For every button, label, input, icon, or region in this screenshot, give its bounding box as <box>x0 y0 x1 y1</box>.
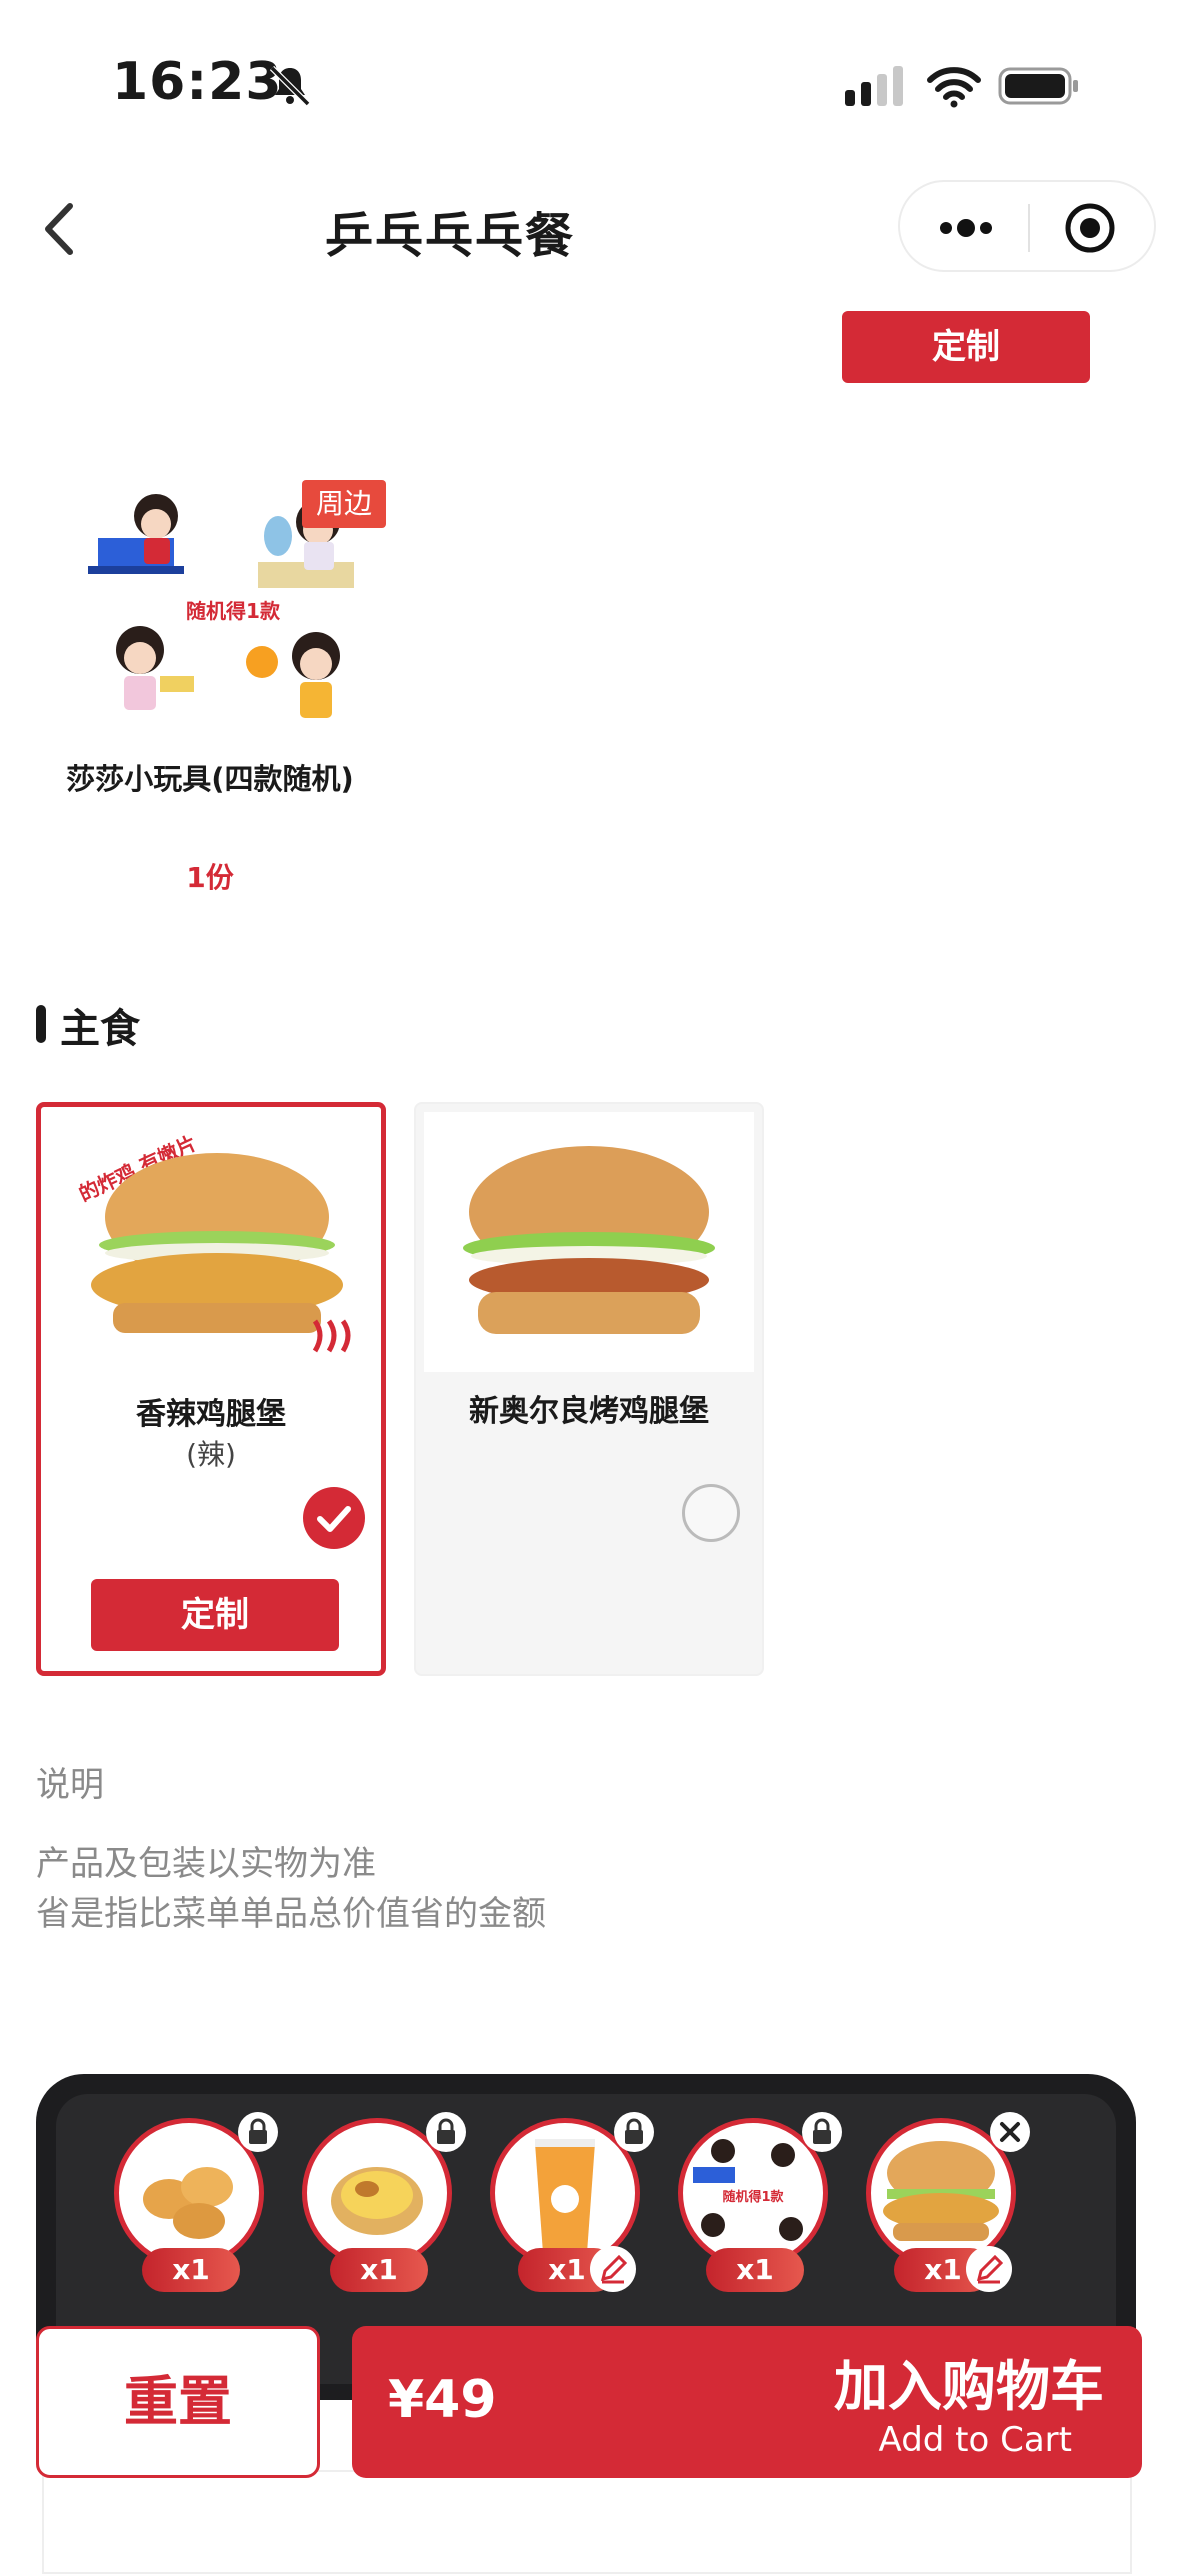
tray-item-nuggets[interactable]: x1 <box>114 2112 278 2298</box>
tray-item-drink[interactable]: x1 <box>490 2112 654 2298</box>
back-arrow-icon[interactable] <box>36 196 86 262</box>
wifi-icon <box>927 67 981 108</box>
unselected-radio-icon[interactable] <box>682 1484 740 1542</box>
option-subtitle: (辣) <box>186 1438 236 1471</box>
tray-item-egg-tart[interactable]: x1 <box>302 2112 466 2298</box>
miniprogram-capsule <box>898 180 1156 272</box>
tray-item-burger[interactable]: x1 <box>866 2112 1030 2298</box>
selected-check-icon[interactable] <box>303 1487 365 1549</box>
silent-bell-icon <box>269 65 311 107</box>
reset-button[interactable]: 重置 <box>36 2326 320 2478</box>
orleans-burger-image <box>424 1112 754 1372</box>
toy-badge: 周边 <box>302 480 386 528</box>
lock-icon <box>238 2112 278 2152</box>
tray-item-qty: x1 <box>142 2248 240 2292</box>
remove-item-close-icon[interactable] <box>990 2112 1030 2152</box>
battery-icon <box>998 67 1078 105</box>
notes-line: 产品及包装以实物为准 <box>36 1844 376 1884</box>
section-marker <box>36 1005 46 1043</box>
lock-icon <box>614 2112 654 2152</box>
more-icon[interactable] <box>934 210 998 246</box>
cellular-signal-icon <box>845 66 903 106</box>
capsule-divider <box>1028 204 1030 252</box>
tray-toy-caption: 随机得1款 <box>722 2189 784 2205</box>
page-title: 乒乓乓乓餐 <box>324 208 575 264</box>
add-to-cart-label-en: Add to Cart <box>878 2420 1072 2460</box>
lock-icon <box>426 2112 466 2152</box>
option-name: 新奥尔良烤鸡腿堡 <box>469 1394 709 1429</box>
edit-icon[interactable] <box>590 2246 636 2292</box>
tray-item-qty: x1 <box>706 2248 804 2292</box>
customize-button-top[interactable]: 定制 <box>842 311 1090 383</box>
bottom-panel <box>42 2470 1132 2574</box>
tray-item-toy[interactable]: 随机得1款 x1 <box>678 2112 842 2298</box>
toy-name: 莎莎小玩具(四款随机) <box>66 762 354 796</box>
option-card-spicy-burger[interactable]: 的炸鸡 有嫩片 香辣鸡腿堡 (辣) 定制 <box>36 1102 386 1676</box>
toy-image-caption: 随机得1款 <box>186 599 281 623</box>
add-to-cart-button[interactable]: ¥49 加入购物车 Add to Cart <box>352 2326 1142 2478</box>
spicy-burger-image: 的炸鸡 有嫩片 <box>75 1131 351 1353</box>
section-title: 主食 <box>60 1006 140 1052</box>
option-name: 香辣鸡腿堡 <box>136 1397 286 1432</box>
lock-icon <box>802 2112 842 2152</box>
add-to-cart-label-cn: 加入购物车 <box>834 2355 1104 2418</box>
customize-button[interactable]: 定制 <box>91 1579 339 1651</box>
close-miniprogram-icon[interactable] <box>1064 202 1116 254</box>
total-price: ¥49 <box>388 2370 497 2430</box>
edit-icon[interactable] <box>966 2246 1012 2292</box>
notes-title: 说明 <box>36 1765 104 1805</box>
option-card-orleans-burger[interactable]: 新奥尔良烤鸡腿堡 <box>414 1102 764 1676</box>
tray-item-qty: x1 <box>330 2248 428 2292</box>
toy-qty: 1份 <box>186 861 234 894</box>
notes-line: 省是指比菜单单品总价值省的金额 <box>36 1894 546 1934</box>
status-time: 16:23 <box>112 52 283 112</box>
